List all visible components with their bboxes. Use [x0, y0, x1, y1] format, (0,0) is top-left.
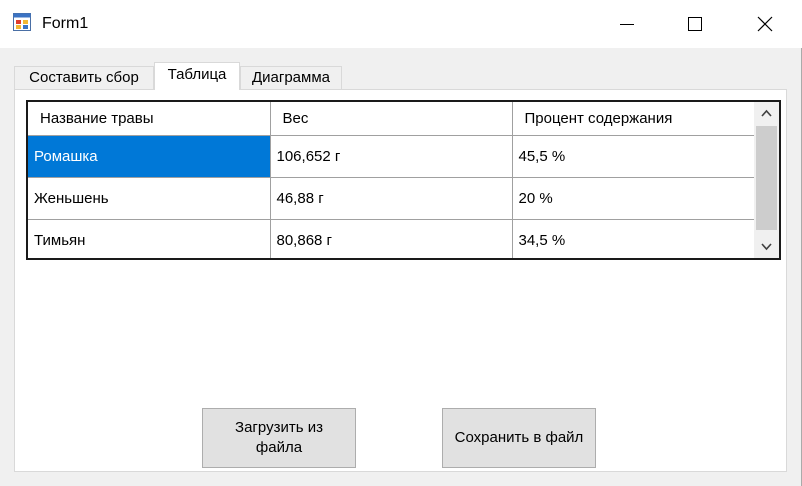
close-icon	[757, 16, 773, 32]
table-cell[interactable]: Ромашка	[28, 135, 271, 178]
window-title: Form1	[42, 15, 89, 32]
maximize-icon	[688, 17, 702, 31]
scroll-down-button[interactable]	[754, 235, 779, 258]
table-row[interactable]: Ромашка 106,652 г 45,5 %	[28, 135, 755, 178]
column-header-herb-name[interactable]: Название травы	[28, 102, 271, 136]
chevron-up-icon	[761, 109, 772, 117]
tab-compose-collection[interactable]: Составить сбор	[14, 66, 154, 89]
tab-chart[interactable]: Диаграмма	[240, 66, 342, 89]
table-cell[interactable]: Тимьян	[28, 219, 271, 258]
title-bar[interactable]: Form1	[0, 0, 802, 48]
table-cell[interactable]: 80,868 г	[270, 219, 513, 258]
table-cell[interactable]: 34,5 %	[512, 219, 755, 258]
table-cell[interactable]: 45,5 %	[512, 135, 755, 178]
app-form-icon	[13, 13, 31, 31]
main-window: Form1 Составить сбор Таблица Диаграмма Н…	[0, 0, 802, 486]
vertical-scrollbar[interactable]	[754, 102, 779, 258]
scrollbar-thumb[interactable]	[756, 126, 777, 230]
load-from-file-button[interactable]: Загрузить из файла	[202, 408, 356, 468]
table-cell[interactable]: Женьшень	[28, 177, 271, 220]
herbs-data-grid[interactable]: Название травы Вес Процент содержания Ро…	[26, 100, 781, 260]
column-header-percent[interactable]: Процент содержания	[512, 102, 755, 136]
save-to-file-button[interactable]: Сохранить в файл	[442, 408, 596, 468]
table-cell[interactable]: 106,652 г	[270, 135, 513, 178]
scroll-up-button[interactable]	[754, 102, 779, 125]
tab-table[interactable]: Таблица	[154, 62, 240, 90]
maximize-button[interactable]	[672, 0, 718, 48]
close-button[interactable]	[742, 0, 788, 48]
chevron-down-icon	[761, 243, 772, 251]
minimize-button[interactable]	[604, 0, 650, 48]
minimize-icon	[620, 24, 634, 25]
column-header-weight[interactable]: Вес	[270, 102, 513, 136]
table-cell[interactable]: 46,88 г	[270, 177, 513, 220]
herbs-table: Название травы Вес Процент содержания Ро…	[28, 102, 755, 258]
table-row[interactable]: Тимьян 80,868 г 34,5 %	[28, 219, 755, 258]
table-header-row: Название травы Вес Процент содержания	[28, 102, 755, 136]
table-row[interactable]: Женьшень 46,88 г 20 %	[28, 177, 755, 220]
table-cell[interactable]: 20 %	[512, 177, 755, 220]
